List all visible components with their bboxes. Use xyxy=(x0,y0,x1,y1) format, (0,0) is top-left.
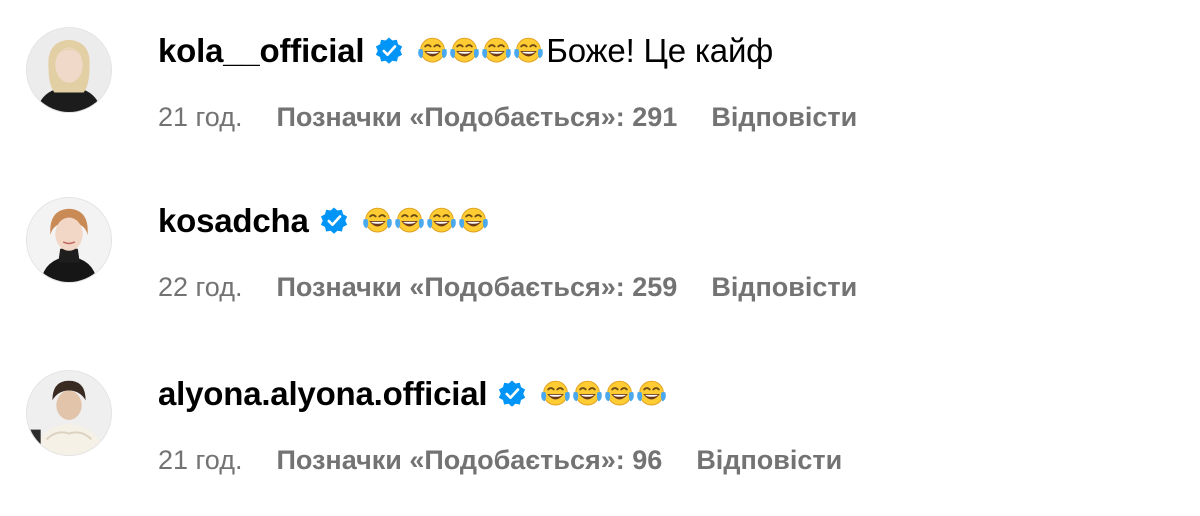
tears-of-joy-emoji xyxy=(393,206,426,236)
verified-badge-icon xyxy=(319,206,349,236)
tears-of-joy-emoji xyxy=(457,206,490,236)
username[interactable]: alyona.alyona.official xyxy=(158,375,488,413)
tears-of-joy-emoji xyxy=(448,36,481,66)
avatar[interactable] xyxy=(26,27,112,113)
comment-item: kola__official Боже! Це кайф 21 год. Поз… xyxy=(0,0,1200,133)
reply-button[interactable]: Відповісти xyxy=(711,102,857,133)
verified-badge-icon xyxy=(374,36,404,66)
avatar[interactable] xyxy=(26,370,112,456)
username[interactable]: kola__official xyxy=(158,32,364,70)
tears-of-joy-emoji xyxy=(361,206,394,236)
reply-button[interactable]: Відповісти xyxy=(696,445,842,476)
likes-count[interactable]: Позначки «Подобається»: 291 xyxy=(276,102,677,133)
likes-count[interactable]: Позначки «Подобається»: 259 xyxy=(276,272,677,303)
tears-of-joy-emoji xyxy=(416,36,449,66)
avatar[interactable] xyxy=(26,197,112,283)
comment-text: Боже! Це кайф xyxy=(546,32,774,69)
tears-of-joy-emoji xyxy=(425,206,458,236)
comment-time[interactable]: 21 год. xyxy=(158,445,242,476)
username[interactable]: kosadcha xyxy=(158,202,309,240)
comment-item: kosadcha 22 год. Позначки «Подобається»:… xyxy=(0,170,1200,303)
comment-time[interactable]: 21 год. xyxy=(158,102,242,133)
comment-item: alyona.alyona.official 21 год. Позначки … xyxy=(0,343,1200,476)
tears-of-joy-emoji xyxy=(512,36,545,66)
tears-of-joy-emoji xyxy=(603,379,636,409)
likes-count[interactable]: Позначки «Подобається»: 96 xyxy=(276,445,662,476)
verified-badge-icon xyxy=(497,379,527,409)
tears-of-joy-emoji xyxy=(635,379,668,409)
tears-of-joy-emoji xyxy=(480,36,513,66)
comment-time[interactable]: 22 год. xyxy=(158,272,242,303)
tears-of-joy-emoji xyxy=(539,379,572,409)
reply-button[interactable]: Відповісти xyxy=(711,272,857,303)
tears-of-joy-emoji xyxy=(571,379,604,409)
